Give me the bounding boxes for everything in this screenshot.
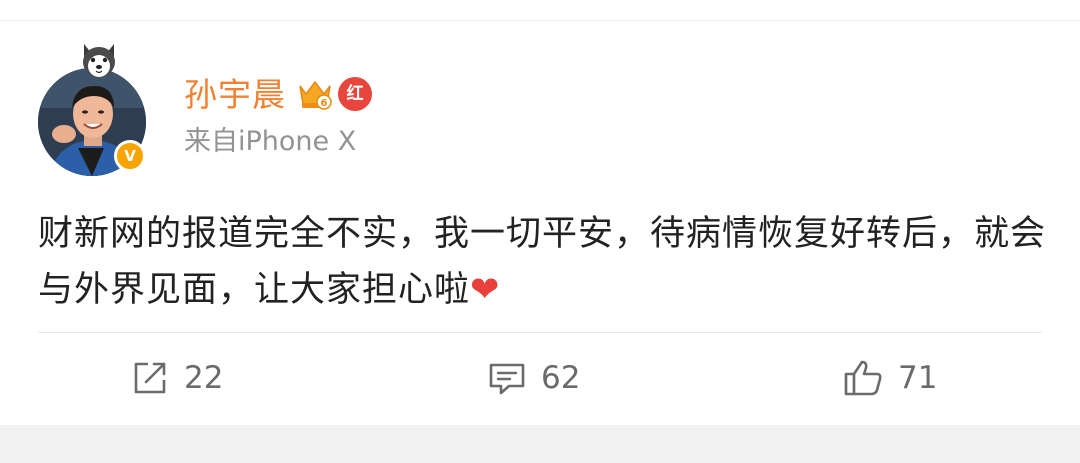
comment-icon: [487, 358, 527, 398]
comment-count: 62: [541, 359, 581, 396]
vip-crown-icon[interactable]: 6: [296, 76, 334, 112]
thumbs-up-icon: [842, 358, 884, 398]
verified-badge-icon: V: [114, 140, 146, 172]
comment-button[interactable]: 62: [487, 358, 580, 398]
post-text: 财新网的报道完全不实，我一切平安，待病情恢复好转后，就会与外界见面，让大家担心啦: [38, 214, 1047, 310]
like-count: 71: [898, 359, 938, 396]
repost-button[interactable]: 22: [130, 358, 223, 398]
top-divider: [0, 20, 1080, 21]
like-button[interactable]: 71: [842, 358, 937, 398]
post-content: 财新网的报道完全不实，我一切平安，待病情恢复好转后，就会与外界见面，让大家担心啦…: [38, 206, 1048, 318]
feed-separator: [0, 425, 1080, 463]
verified-letter: V: [124, 146, 136, 165]
content-divider: [38, 332, 1042, 333]
svg-text:6: 6: [321, 98, 328, 109]
weibo-post: V 孙宇晨 6 红 来自iPhone X 财新网的报道完全不实，我一切平安，待病…: [0, 0, 1080, 463]
red-badge-label: 红: [346, 83, 364, 104]
red-badge-icon[interactable]: 红: [338, 77, 372, 111]
share-icon: [130, 358, 170, 398]
husky-sticker-icon: [78, 40, 120, 80]
author-avatar[interactable]: V: [38, 40, 158, 176]
repost-count: 22: [184, 359, 224, 396]
author-name[interactable]: 孙宇晨: [184, 78, 286, 111]
heart-emoji-icon: ❤: [470, 270, 501, 310]
author-name-row: 孙宇晨 6 红: [184, 72, 372, 116]
post-source: 来自iPhone X: [184, 126, 357, 157]
